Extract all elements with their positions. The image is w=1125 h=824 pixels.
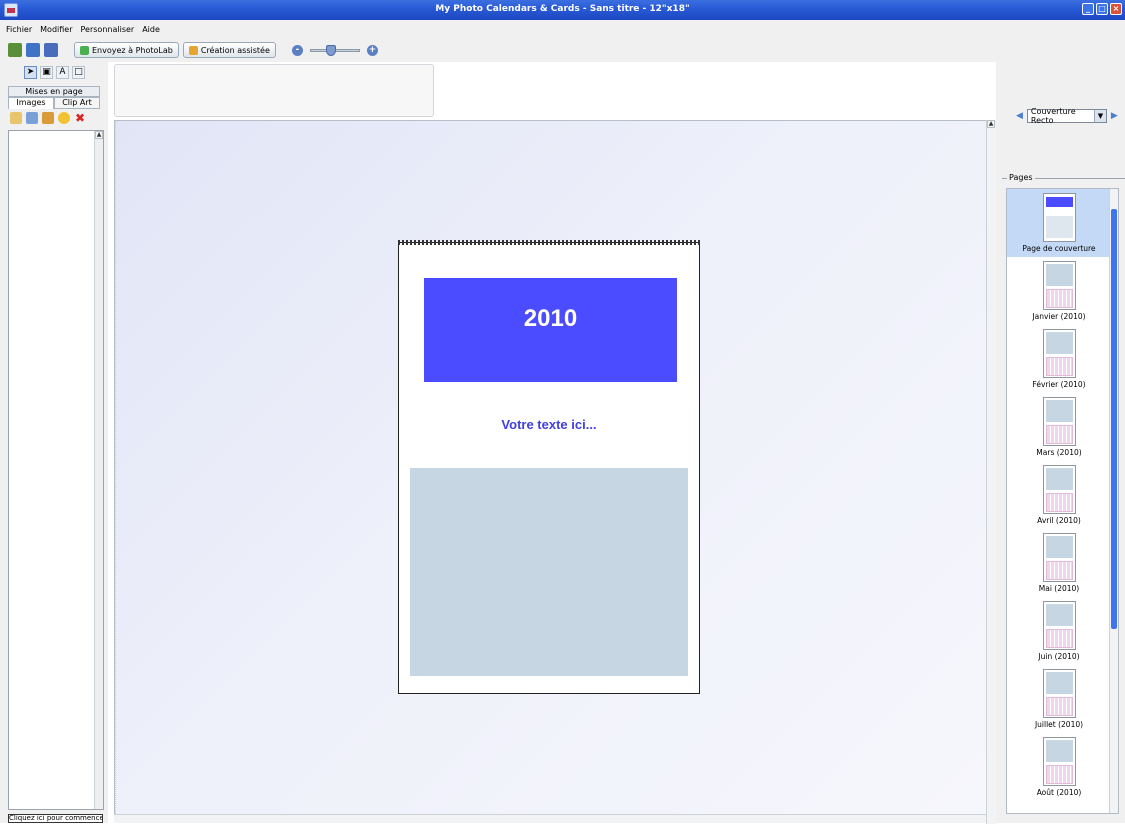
scroll-up-icon[interactable]: ▲ (95, 131, 103, 139)
page-thumbnail-image (1043, 465, 1076, 514)
title-bar: My Photo Calendars & Cards - Sans titre … (0, 0, 1125, 20)
year-banner[interactable]: 2010 (424, 278, 677, 382)
creation-assistee-label: Création assistée (200, 45, 270, 55)
image-list[interactable]: ▲ (8, 130, 104, 810)
page-thumbnail-label: Avril (2010) (1037, 516, 1081, 525)
maximize-button[interactable]: □ (1096, 3, 1108, 15)
window-controls: _ □ × (1082, 3, 1122, 15)
image-toolbar: ✖ (10, 112, 86, 124)
tab-mises-en-page[interactable]: Mises en page (8, 86, 100, 97)
page-thumbnail-image (1043, 329, 1076, 378)
page-thumbnail-item[interactable]: Mars (2010) (1007, 393, 1111, 461)
page-thumbnail-item[interactable]: Août (2010) (1007, 733, 1111, 801)
cover-navigation: ◀ Couverture Recto ▼ ▶ (1016, 107, 1118, 125)
frame-tool-icon[interactable]: □ (72, 66, 85, 79)
star-icon[interactable] (58, 112, 70, 124)
page-thumbnail-item[interactable]: Page de couverture (1007, 189, 1111, 257)
page-thumbnail-image (1043, 261, 1076, 310)
pointer-tool-icon[interactable]: ➤ (24, 66, 37, 79)
next-arrow-icon[interactable]: ▶ (1111, 111, 1118, 121)
status-bar[interactable]: Cliquez ici pour commencer (8, 814, 103, 823)
previous-arrow-icon[interactable]: ◀ (1016, 111, 1023, 121)
menu-bar: Fichier Modifier Personnaliser Aide (0, 20, 1125, 38)
text-placeholder[interactable]: Votre texte ici... (399, 417, 699, 432)
menu-modifier[interactable]: Modifier (40, 24, 72, 35)
scroll-up-icon[interactable]: ▲ (987, 120, 995, 128)
pages-group: Pages Page de couverture Janvier (2010) Fé… (1002, 173, 1125, 818)
page-thumbnail-label: Août (2010) (1036, 788, 1082, 797)
menu-aide[interactable]: Aide (142, 24, 160, 35)
page-thumbnail-image (1043, 601, 1076, 650)
send-to-photolab-label: Envoyez à PhotoLab (92, 45, 173, 55)
cover-select-value: Couverture Recto (1030, 107, 1076, 125)
chevron-down-icon[interactable]: ▼ (1094, 110, 1106, 122)
zoom-slider[interactable] (309, 44, 360, 56)
new-project-icon[interactable] (8, 43, 22, 57)
close-button[interactable]: × (1110, 3, 1122, 15)
page-thumbnail-item[interactable]: Février (2010) (1007, 325, 1111, 393)
add-image-icon[interactable] (26, 112, 38, 124)
left-panel: ➤ ▣ A □ Mises en page Images Clip Art ✖ … (0, 62, 108, 823)
page-thumbnail-label: Janvier (2010) (1032, 312, 1086, 321)
page-thumbnail-label: Juillet (2010) (1034, 720, 1084, 729)
page-thumbnail-image (1043, 737, 1076, 786)
page-thumbnail-image (1043, 669, 1076, 718)
page-thumbnail-item[interactable]: Avril (2010) (1007, 461, 1111, 529)
image-list-scrollbar[interactable]: ▲ (94, 131, 103, 809)
page-thumbnail-item[interactable]: Juillet (2010) (1007, 665, 1111, 733)
page-thumbnail-label: Juin (2010) (1038, 652, 1080, 661)
delete-icon[interactable]: ✖ (74, 112, 86, 124)
calendar-page[interactable]: 2010 Votre texte ici... (398, 240, 700, 694)
import-icon[interactable] (42, 112, 54, 124)
page-thumbnail-label: Mai (2010) (1038, 584, 1080, 593)
properties-box (114, 64, 434, 117)
page-thumbnail-label: Février (2010) (1032, 380, 1086, 389)
page-thumbnail-item[interactable]: Mai (2010) (1007, 529, 1111, 597)
tab-images[interactable]: Images (8, 97, 54, 109)
toolbar: Envoyez à PhotoLab Création assistée - + (0, 38, 1125, 62)
wand-icon (188, 45, 198, 55)
send-to-photolab-button[interactable]: Envoyez à PhotoLab (74, 42, 179, 58)
page-thumbnail-label: Mars (2010) (1036, 448, 1082, 457)
tab-clip-art[interactable]: Clip Art (54, 97, 100, 109)
menu-personnaliser[interactable]: Personnaliser (81, 24, 135, 35)
send-arrow-icon (80, 45, 89, 55)
zoom-in-icon[interactable]: + (366, 44, 378, 56)
pages-list: Page de couverture Janvier (2010) Février … (1006, 188, 1119, 814)
menu-fichier[interactable]: Fichier (6, 24, 32, 35)
window-title: My Photo Calendars & Cards - Sans titre … (435, 4, 690, 14)
canvas-horizontal-scrollbar[interactable] (114, 814, 986, 823)
save-icon[interactable] (44, 43, 58, 57)
pages-scrollbar[interactable] (1109, 189, 1118, 813)
text-tool-icon[interactable]: A (56, 66, 69, 79)
creation-assistee-button[interactable]: Création assistée (182, 42, 276, 58)
minimize-button[interactable]: _ (1082, 3, 1094, 15)
right-panel: ◀ Couverture Recto ▼ ▶ Pages Page de cou… (996, 62, 1125, 823)
add-folder-icon[interactable] (10, 112, 22, 124)
image-tool-icon[interactable]: ▣ (40, 66, 53, 79)
pages-scrollbar-thumb[interactable] (1111, 209, 1117, 629)
page-thumbnail-label: Page de couverture (1022, 244, 1096, 253)
cover-select[interactable]: Couverture Recto ▼ (1026, 107, 1107, 125)
page-thumbnail-image (1043, 397, 1076, 446)
page-thumbnail-image (1043, 193, 1076, 242)
page-thumbnail-image (1043, 533, 1076, 582)
zoom-slider-thumb[interactable] (325, 44, 336, 56)
pages-label: Pages (1007, 173, 1035, 182)
tool-palette: ➤ ▣ A □ (24, 66, 85, 79)
image-tabs: Images Clip Art (8, 97, 100, 109)
page-thumbnail-item[interactable]: Juin (2010) (1007, 597, 1111, 665)
canvas-vertical-scrollbar[interactable]: ▲ (986, 120, 996, 824)
spiral-binding (398, 240, 700, 245)
open-project-icon[interactable] (26, 43, 40, 57)
page-thumbnail-item[interactable]: Janvier (2010) (1007, 257, 1111, 325)
zoom-out-icon[interactable]: - (291, 44, 303, 56)
photo-placeholder[interactable] (410, 468, 688, 676)
